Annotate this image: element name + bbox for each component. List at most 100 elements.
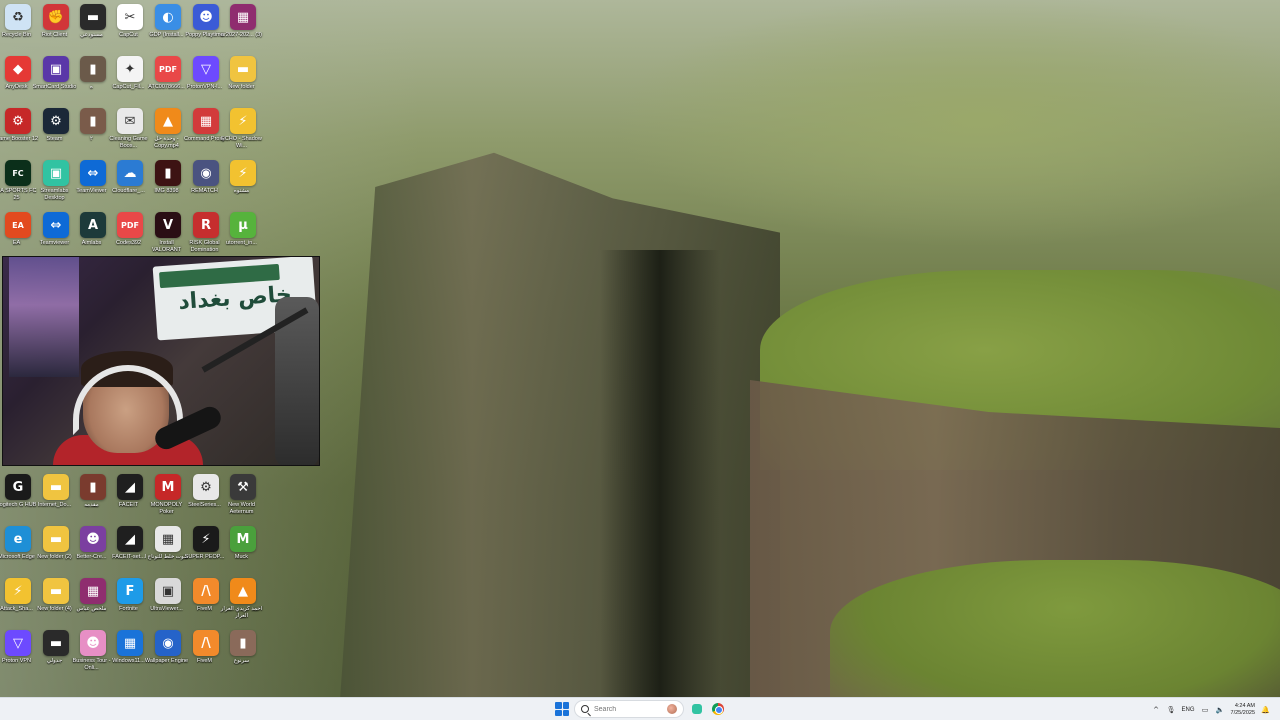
desktop-icon[interactable]: e Microsoft Edge (0, 526, 37, 561)
capcut-icon: ✂ (117, 4, 143, 30)
folder-icon: ▬ (43, 474, 69, 500)
desktop-icon[interactable]: ◐ GDP (Install... (149, 4, 187, 39)
desktop-icon[interactable]: ◆ AnyDesk (0, 56, 37, 91)
desktop-icon[interactable]: μ utorrent_in... (224, 212, 262, 247)
desktop-icon[interactable]: ▽ Proton VPN (0, 630, 37, 665)
streamlabs-icon: ▣ (43, 160, 69, 186)
system-tray: ^ 🎙 ENG ▭ 🔈 4:24 AM 7/25/2025 🔔 (1152, 698, 1270, 720)
game-booster-icon: ⚙ (5, 108, 31, 134)
poppy-playtime-icon: ☻ (193, 4, 219, 30)
desktop-icon[interactable]: ▮ IMG 8398 (149, 160, 187, 195)
desktop-icon[interactable]: ⚒ New World Aeternum (224, 474, 262, 515)
desktop-icon[interactable]: V Install VALORANT (149, 212, 187, 253)
streamlabs-icon[interactable] (689, 701, 705, 717)
ultraviewer-icon: ▣ (155, 578, 181, 604)
desktop-icon[interactable]: ☻ Business Tour - Onli... (73, 630, 112, 671)
volume-icon[interactable]: 🔈 (1216, 705, 1225, 714)
gdp-icon: ◐ (155, 4, 181, 30)
aimlabs-icon: A (80, 212, 106, 238)
bettercrewlink-icon: ☻ (80, 526, 106, 552)
rematch-icon: ◉ (193, 160, 219, 186)
chevron-up-icon[interactable]: ^ (1152, 705, 1161, 714)
pdf-icon: PDF (117, 212, 143, 238)
desktop-icon[interactable]: EA EA (0, 212, 37, 247)
vlc-icon: ▲ (155, 108, 181, 134)
desktop-icon[interactable]: FC EA SPORTS FC 25 (0, 160, 37, 201)
desktop-icon[interactable]: ◢ FACEIT (111, 474, 149, 509)
taskbar-search[interactable] (574, 700, 684, 718)
muck-icon: M (230, 526, 256, 552)
attack-shark-icon: ⚡ (230, 108, 256, 134)
ea-icon: EA (5, 212, 31, 238)
desktop-icon-label: أحمد كريدي العزار العزار (220, 606, 263, 619)
clock-date: 7/25/2025 (1230, 709, 1255, 716)
desktop-icon[interactable]: M MONOPOLY Poker (149, 474, 187, 515)
desktop-icon[interactable]: ▦ ar2027-202... (3) (221, 4, 262, 39)
desktop-icon-label: مشتوه (233, 188, 250, 194)
attack-shark-icon: ⚡ (230, 160, 256, 186)
teamviewer-icon: ⇔ (43, 212, 69, 238)
desktop-icon[interactable]: ▲ أحمد كريدي العزار العزار (221, 578, 262, 619)
faceit-icon: ◢ (117, 526, 143, 552)
desktop-icon[interactable]: ▣ UltraViewer... (149, 578, 187, 613)
desktop-icon[interactable]: F Fortnite (111, 578, 149, 613)
search-input[interactable] (594, 705, 654, 713)
recycle-bin-icon: ♻ (5, 4, 31, 30)
image-file-icon: ▮ (230, 630, 256, 656)
desktop-icon[interactable]: ✉ Cleaning Game Boos... (109, 108, 149, 149)
desktop-icon[interactable]: ⚡ مشتوه (224, 160, 262, 195)
desktop-icon[interactable]: ▦ Windows11... (111, 630, 149, 665)
desktop-icon[interactable]: ◢ FACEIT-set... (111, 526, 149, 561)
start-button[interactable] (555, 702, 569, 716)
anydesk-icon: ◆ (5, 56, 31, 82)
desktop-icon[interactable]: PDF Codes392 (111, 212, 149, 247)
image-file-icon: ▮ (80, 108, 106, 134)
new-world-icon: ⚒ (230, 474, 256, 500)
desktop-icon[interactable]: ✦ CapCut_Fil... (111, 56, 149, 91)
chrome-icon[interactable] (710, 701, 726, 717)
cleaning-icon: ✉ (117, 108, 143, 134)
desktop-icon[interactable]: G Logitech G HUB (0, 474, 37, 509)
desktop-icon[interactable]: PDF ATC0078666... (148, 56, 187, 91)
desktop-icon-label: New folder (228, 84, 255, 90)
video-file-icon: ▮ (80, 474, 106, 500)
windows-icon: ▦ (117, 630, 143, 656)
search-icon (581, 705, 589, 713)
language-indicator[interactable]: ENG (1182, 707, 1195, 713)
network-icon[interactable]: ▭ (1201, 705, 1210, 714)
protonvpn-icon: ▽ (193, 56, 219, 82)
clock[interactable]: 4:24 AM 7/25/2025 (1231, 703, 1255, 717)
winrar-icon: ▦ (80, 578, 106, 604)
protonvpn-icon: ▽ (5, 630, 31, 656)
desktop-icon[interactable]: ⚡ ECHO - Shadow Wi... (221, 108, 262, 149)
desktop-icon[interactable]: ✂ CapCut (111, 4, 149, 39)
steam-icon: ⚙ (43, 108, 69, 134)
desktop-icon[interactable]: M Muck (224, 526, 262, 561)
desktop-icon[interactable]: ◉ Wallpaper Engine (145, 630, 188, 665)
desktop-icon[interactable]: ☁ Cloudflare_... (111, 160, 149, 195)
ea-fc-icon: FC (5, 160, 31, 186)
search-highlight-icon[interactable] (667, 704, 677, 714)
desktop-icon[interactable]: ⚡ Attack_Sha... (0, 578, 37, 613)
notification-bell-icon[interactable]: 🔔 (1261, 705, 1270, 714)
folder-icon: ▬ (43, 526, 69, 552)
riot-client-icon: ✊ (43, 4, 69, 30)
desktop-icon[interactable]: ▮ سرنوع (224, 630, 262, 665)
faceit-icon: ◢ (117, 474, 143, 500)
smartcard-icon: ▣ (43, 56, 69, 82)
audio-file-icon: ▦ (155, 526, 181, 552)
folder-icon: ▬ (80, 4, 106, 30)
folder-icon: ▬ (43, 578, 69, 604)
desktop-icon[interactable]: ♻ Recycle Bin (0, 4, 37, 39)
microphone-icon[interactable]: 🎙 (1167, 705, 1176, 714)
desktop-icon[interactable]: ▣ Streamlabs Desktop (37, 160, 75, 201)
desktop-icon-label: سرنوع (233, 658, 250, 664)
desktop-icon[interactable]: ▦ صوت خلط للتوناج ا (145, 526, 189, 561)
risk-icon: R (193, 212, 219, 238)
desktop-icon[interactable]: ▲ وحدة حل - Copy.mp4 (149, 108, 187, 149)
desktop-icon[interactable]: R RISK Global Domination (187, 212, 225, 253)
cloudflare-icon: ☁ (117, 160, 143, 186)
desktop-icon[interactable]: ▬ New folder (224, 56, 262, 91)
edge-icon: e (5, 526, 31, 552)
desktop-icon[interactable]: ⚙Game Booster 12 (0, 108, 38, 143)
